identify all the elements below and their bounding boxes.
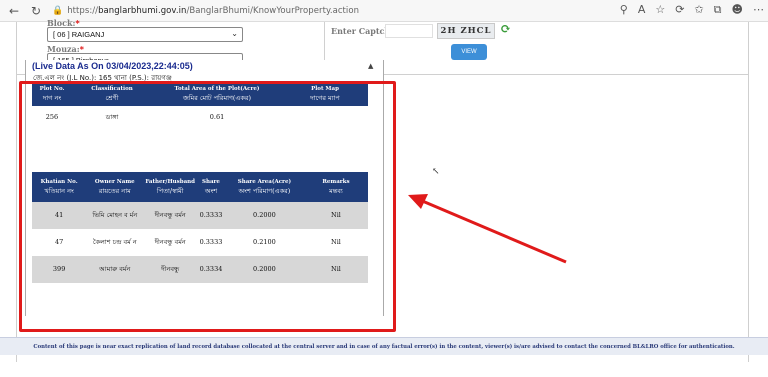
captcha-input[interactable] [385, 24, 433, 38]
view-button[interactable]: VIEW [451, 44, 487, 60]
read-aloud-icon[interactable]: A [638, 3, 646, 17]
browser-toolbar: ← ↻ 🔒 https://banglarbhumi.gov.in/Bangla… [0, 0, 768, 22]
address-bar[interactable]: https://banglarbhumi.gov.in/BanglarBhumi… [67, 6, 359, 16]
block-select-value: [ 06 ] RAIGANJ [53, 30, 105, 39]
search-icon[interactable]: ⚲ [620, 3, 628, 17]
highlight-box [19, 81, 396, 332]
chevron-down-icon: ⌄ [231, 29, 238, 38]
lock-icon[interactable]: 🔒 [52, 6, 63, 16]
captcha-image: 2H ZHCL [437, 23, 495, 39]
live-data-timestamp: (Live Data As On 03/04/2023,22:44:05) [32, 61, 193, 71]
browser-actions: ⚲ A ☆ ⟳ ✩ ⧉ ☻ ⋯ [620, 3, 764, 17]
url-host: banglarbhumi.gov.in [98, 5, 187, 16]
footer-disclaimer: Content of this page is near exact repli… [0, 337, 768, 355]
reload-icon[interactable]: ↻ [28, 3, 44, 19]
frame-right [748, 22, 749, 362]
frame-left [16, 22, 17, 362]
url-path: /BanglarBhumi/KnowYourProperty.action [186, 5, 360, 16]
collections-icon[interactable]: ⧉ [714, 3, 722, 17]
back-icon[interactable]: ← [6, 3, 22, 19]
mouse-cursor-icon: ↖ [432, 167, 440, 177]
scroll-up-icon[interactable]: ▲ [368, 62, 373, 70]
refresh-icon[interactable]: ⟳ [675, 3, 684, 17]
root: ← ↻ 🔒 https://banglarbhumi.gov.in/Bangla… [0, 0, 768, 377]
block-select[interactable]: [ 06 ] RAIGANJ ⌄ [47, 27, 243, 42]
profile-icon[interactable]: ☻ [732, 3, 743, 17]
favorite-icon[interactable]: ☆ [655, 3, 665, 17]
captcha-refresh-icon[interactable]: ⟳ [500, 23, 514, 37]
url-prefix: https:// [67, 5, 99, 16]
favorites-icon[interactable]: ✩ [694, 3, 703, 17]
more-icon[interactable]: ⋯ [753, 3, 764, 17]
